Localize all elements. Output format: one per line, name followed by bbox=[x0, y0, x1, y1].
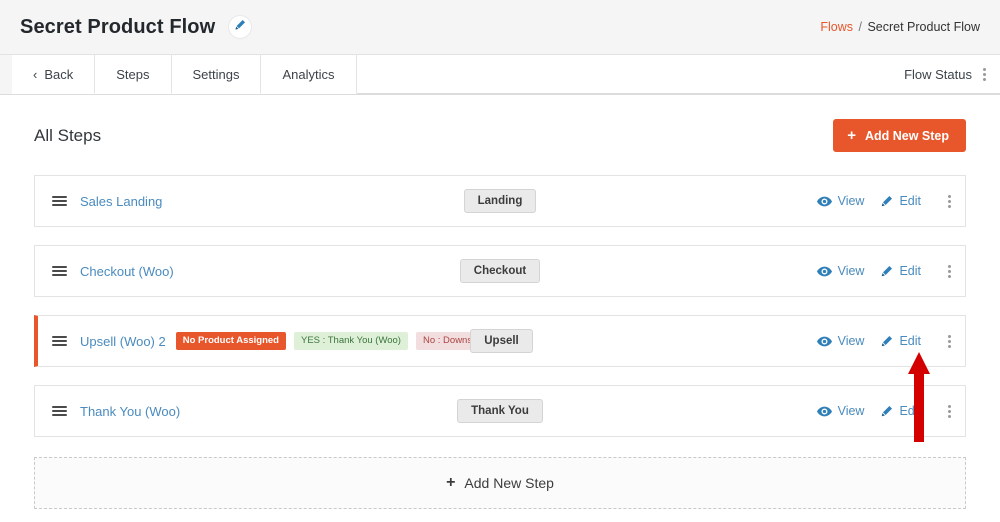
edit-title-button[interactable] bbox=[228, 15, 253, 39]
pencil-icon bbox=[880, 405, 899, 418]
steps-header: All Steps + Add New Step bbox=[34, 119, 966, 152]
step-type-badge: Landing bbox=[463, 189, 537, 213]
view-label: View bbox=[837, 264, 865, 278]
add-new-step-button-label: Add New Step bbox=[864, 128, 949, 143]
app-page: Secret Product Flow Flows / Secret Produ… bbox=[0, 0, 1000, 522]
view-link[interactable]: View bbox=[816, 334, 865, 348]
step-name-link[interactable]: Upsell (Woo) 2 bbox=[80, 334, 166, 349]
eye-icon bbox=[816, 406, 838, 417]
drag-handle-icon[interactable] bbox=[52, 266, 67, 276]
plus-icon: + bbox=[446, 474, 456, 491]
step-name-link[interactable]: Thank You (Woo) bbox=[80, 404, 180, 419]
edit-label: Edit bbox=[899, 334, 921, 348]
step-row[interactable]: Upsell (Woo) 2 No Product Assigned YES :… bbox=[34, 315, 966, 367]
tab-settings-label: Settings bbox=[192, 66, 240, 82]
steps-list: Sales Landing Landing View Edit Checkout… bbox=[34, 175, 966, 455]
add-new-step-footer-button[interactable]: + Add New Step bbox=[34, 457, 966, 509]
kebab-menu-icon[interactable] bbox=[948, 194, 951, 208]
section-title: All Steps bbox=[34, 125, 102, 145]
step-row[interactable]: Thank You (Woo) Thank You View Edit bbox=[34, 385, 966, 437]
chevron-left-icon: ‹ bbox=[33, 66, 38, 82]
view-link[interactable]: View bbox=[816, 194, 865, 208]
drag-handle-icon[interactable] bbox=[52, 196, 67, 206]
tab-bar-spacer bbox=[355, 55, 895, 94]
flow-status-control[interactable]: Flow Status bbox=[894, 55, 1000, 94]
pencil-icon bbox=[234, 18, 246, 36]
edit-link[interactable]: Edit bbox=[880, 194, 921, 208]
step-type-badge: Thank You bbox=[457, 399, 543, 423]
view-label: View bbox=[837, 194, 865, 208]
step-name-link[interactable]: Sales Landing bbox=[80, 194, 162, 209]
breadcrumb: Flows / Secret Product Flow bbox=[820, 20, 980, 34]
step-type-badge: Checkout bbox=[459, 259, 541, 283]
step-name-link[interactable]: Checkout (Woo) bbox=[80, 264, 174, 279]
edit-label: Edit bbox=[899, 404, 921, 418]
view-label: View bbox=[837, 334, 865, 348]
tab-steps-label: Steps bbox=[116, 66, 150, 82]
step-type-badge: Upsell bbox=[470, 329, 533, 353]
step-row-actions: View Edit bbox=[816, 264, 951, 278]
pencil-icon bbox=[880, 265, 899, 278]
kebab-menu-icon[interactable] bbox=[948, 264, 951, 278]
edit-link[interactable]: Edit bbox=[880, 404, 921, 418]
tag-yes-branch: YES : Thank You (Woo) bbox=[293, 331, 408, 351]
tab-analytics[interactable]: Analytics bbox=[260, 55, 357, 94]
kebab-menu-icon[interactable] bbox=[983, 67, 986, 81]
eye-icon bbox=[816, 266, 838, 277]
step-row-actions: View Edit bbox=[816, 194, 951, 208]
tab-bar: ‹ Back Steps Settings Analytics Flow Sta… bbox=[0, 55, 1000, 95]
drag-handle-icon[interactable] bbox=[52, 336, 67, 346]
edit-label: Edit bbox=[899, 194, 921, 208]
kebab-menu-icon[interactable] bbox=[948, 404, 951, 418]
add-new-step-button[interactable]: + Add New Step bbox=[833, 119, 966, 152]
breadcrumb-separator: / bbox=[858, 20, 862, 34]
view-link[interactable]: View bbox=[816, 404, 865, 418]
pencil-icon bbox=[880, 195, 899, 208]
page-title: Secret Product Flow bbox=[20, 15, 216, 38]
kebab-menu-icon[interactable] bbox=[948, 334, 951, 348]
tab-back[interactable]: ‹ Back bbox=[12, 55, 96, 94]
step-row[interactable]: Sales Landing Landing View Edit bbox=[34, 175, 966, 227]
tab-back-label: Back bbox=[44, 66, 74, 82]
eye-icon bbox=[816, 336, 838, 347]
view-label: View bbox=[837, 404, 865, 418]
edit-link[interactable]: Edit bbox=[880, 334, 921, 348]
breadcrumb-current: Secret Product Flow bbox=[867, 20, 980, 34]
eye-icon bbox=[816, 196, 838, 207]
breadcrumb-link-flows[interactable]: Flows bbox=[820, 20, 853, 34]
tab-settings[interactable]: Settings bbox=[170, 55, 262, 94]
add-new-step-footer-label: Add New Step bbox=[464, 475, 554, 491]
step-row[interactable]: Checkout (Woo) Checkout View Edit bbox=[34, 245, 966, 297]
view-link[interactable]: View bbox=[816, 264, 865, 278]
page-header: Secret Product Flow Flows / Secret Produ… bbox=[0, 0, 1000, 55]
tab-analytics-label: Analytics bbox=[282, 66, 335, 82]
flow-status-label: Flow Status bbox=[904, 66, 972, 82]
main-content: All Steps + Add New Step Sales Landing L… bbox=[0, 95, 1000, 522]
edit-label: Edit bbox=[899, 264, 921, 278]
pencil-icon bbox=[880, 335, 899, 348]
step-row-actions: View Edit bbox=[816, 334, 951, 348]
tag-no-product-assigned: No Product Assigned bbox=[175, 331, 286, 351]
step-row-actions: View Edit bbox=[816, 404, 951, 418]
edit-link[interactable]: Edit bbox=[880, 264, 921, 278]
plus-icon: + bbox=[847, 127, 856, 144]
drag-handle-icon[interactable] bbox=[52, 406, 67, 416]
tab-steps[interactable]: Steps bbox=[94, 55, 172, 94]
